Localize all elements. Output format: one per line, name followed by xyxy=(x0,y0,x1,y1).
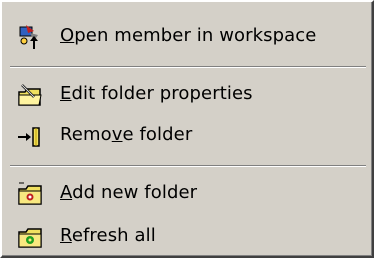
refresh-icon xyxy=(18,228,42,248)
open-member-icon xyxy=(19,25,38,49)
separator xyxy=(10,165,366,167)
menu-item-open-member[interactable]: Open member in workspace xyxy=(2,14,372,60)
menu-item-label-rest: e folder xyxy=(122,124,193,145)
mnemonic-char: v xyxy=(111,124,123,145)
menu-item-refresh-all[interactable]: Refresh all xyxy=(2,214,372,260)
menu-item-label-pre: Remo xyxy=(60,124,112,145)
menu-item-label: Open member in workspace xyxy=(60,25,316,47)
menu-item-label: Add new folder xyxy=(60,182,197,204)
menu-item-label-rest: dit folder properties xyxy=(71,83,253,104)
menu-item-label-rest: efresh all xyxy=(71,225,156,246)
menu-item-label: Refresh all xyxy=(60,225,156,247)
menu-item-label: Remove folder xyxy=(60,124,192,146)
menu-item-edit-folder-properties[interactable]: Edit folder properties xyxy=(2,72,372,118)
remove-folder-icon xyxy=(18,127,40,147)
mnemonic-char: A xyxy=(60,182,73,203)
menu-item-remove-folder[interactable]: Remove folder xyxy=(2,113,372,159)
menu-item-label-rest: pen member in workspace xyxy=(74,25,317,46)
separator xyxy=(10,66,366,68)
menu-item-add-new-folder[interactable]: Add new folder xyxy=(2,171,372,217)
mnemonic-char: E xyxy=(60,83,72,104)
mnemonic-char: R xyxy=(60,225,72,246)
context-menu: Open member in workspace Edit folder pro… xyxy=(0,0,374,258)
menu-item-label: Edit folder properties xyxy=(60,83,253,105)
mnemonic-char: O xyxy=(60,25,75,46)
add-folder-icon xyxy=(18,182,42,205)
menu-item-label-rest: dd new folder xyxy=(72,182,198,203)
edit-folder-icon xyxy=(18,84,42,106)
